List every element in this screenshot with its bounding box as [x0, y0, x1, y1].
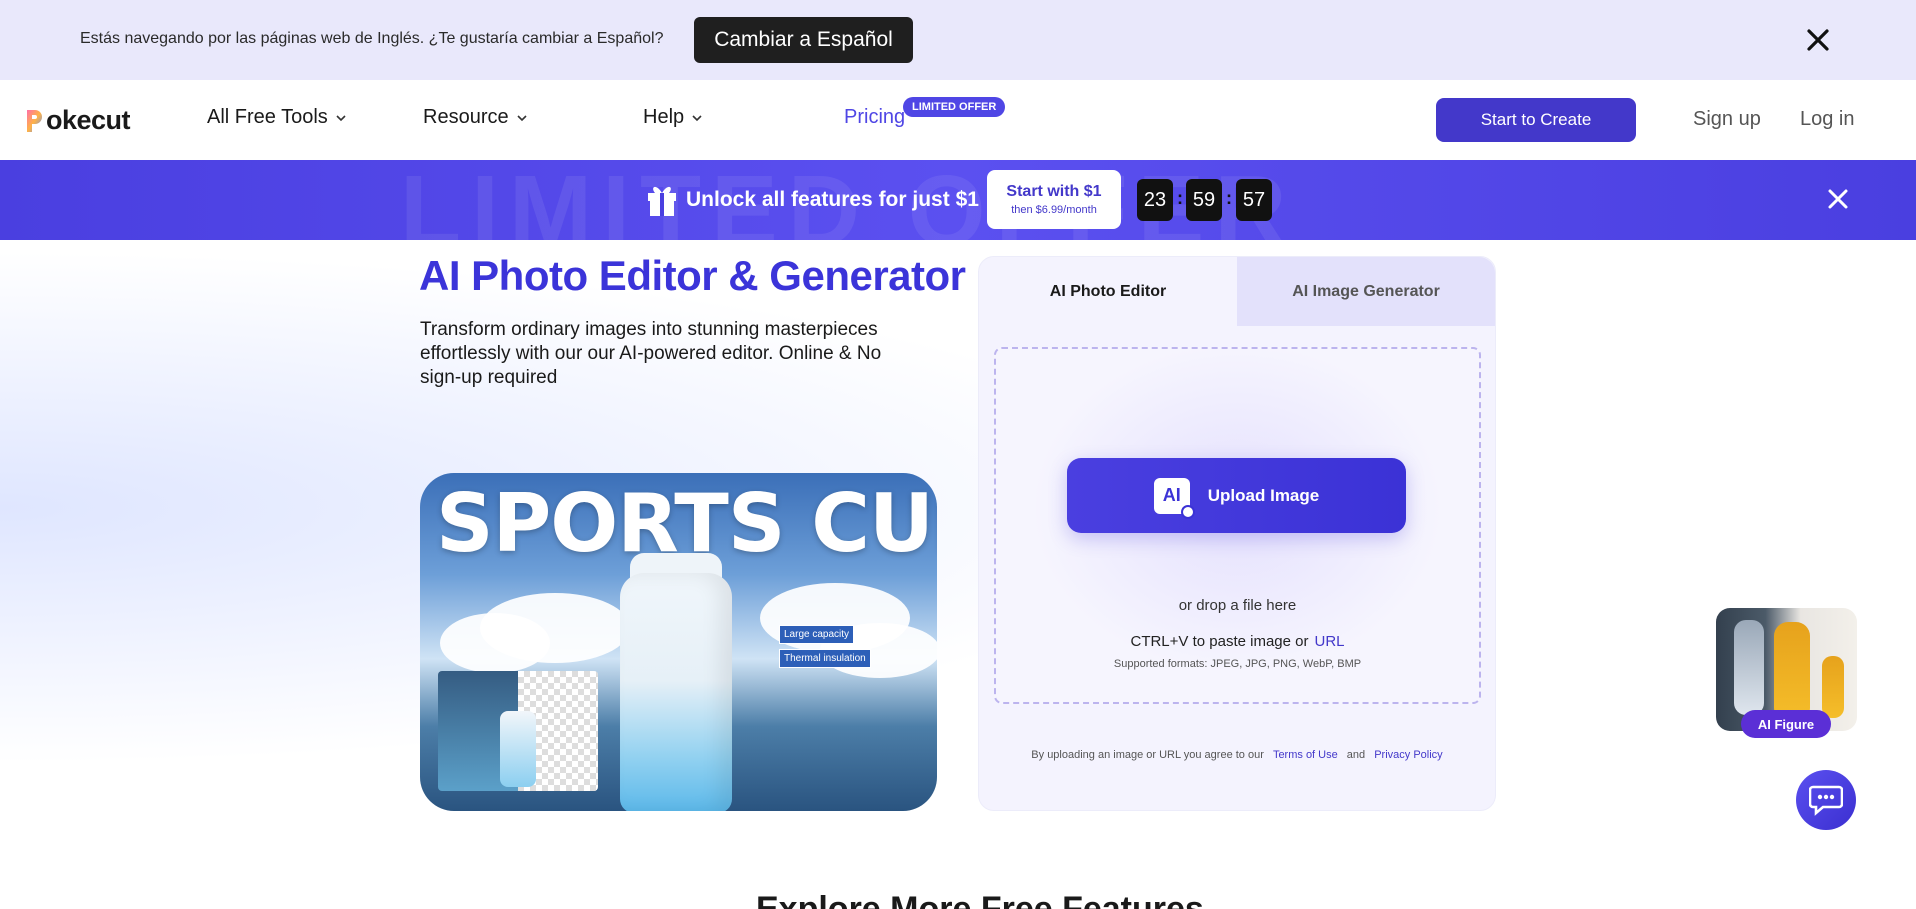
before-after-thumbnail — [438, 671, 598, 791]
logo-p-icon — [27, 109, 42, 132]
bottle — [620, 573, 732, 811]
chevron-down-icon — [517, 114, 527, 121]
hero-image: SPORTS CUP Large capacity Thermal insula… — [420, 473, 937, 811]
ai-upload-icon: AI — [1153, 477, 1195, 519]
promo-cta-main: Start with $1 — [1006, 183, 1102, 200]
paste-hint: CTRL+V to paste image or URL — [994, 633, 1481, 650]
upload-image-button[interactable]: AI Upload Image — [1067, 458, 1406, 533]
nav-help[interactable]: Help — [643, 106, 702, 129]
paste-hint-text: CTRL+V to paste image or — [1130, 633, 1309, 650]
timer-separator: : — [1177, 188, 1183, 208]
chat-button[interactable] — [1796, 770, 1856, 830]
tag-thermal-insulation: Thermal insulation — [779, 649, 871, 668]
upload-image-label: Upload Image — [1207, 485, 1320, 505]
terms-notice: By uploading an image or URL you agree t… — [978, 749, 1496, 761]
url-link[interactable]: URL — [1315, 633, 1345, 650]
privacy-policy-link[interactable]: Privacy Policy — [1374, 749, 1442, 761]
ai-icon-text: AI — [1162, 485, 1181, 505]
chevron-down-icon — [336, 114, 346, 121]
figure-person — [1734, 620, 1764, 715]
figure-person — [1822, 656, 1844, 718]
start-to-create-button[interactable]: Start to Create — [1436, 98, 1636, 142]
close-language-bar-button[interactable] — [1802, 24, 1834, 56]
thumb-bottle — [500, 711, 536, 787]
nav-all-free-tools[interactable]: All Free Tools — [207, 106, 346, 129]
tag-large-capacity: Large capacity — [779, 625, 855, 644]
ai-figure-badge[interactable]: AI Figure — [1741, 710, 1831, 738]
timer-separator: : — [1226, 188, 1232, 208]
chevron-down-icon — [692, 114, 702, 121]
promo-text: Unlock all features for just $1 — [686, 188, 979, 211]
terms-of-use-link[interactable]: Terms of Use — [1273, 749, 1338, 761]
chat-icon — [1809, 785, 1843, 816]
logo-text: okecut — [46, 105, 131, 135]
nav-all-free-tools-label: All Free Tools — [207, 106, 328, 128]
page-title: AI Photo Editor & Generator — [419, 252, 966, 299]
limited-offer-badge: LIMITED OFFER — [903, 97, 1006, 117]
switch-language-button[interactable]: Cambiar a Español — [694, 17, 913, 63]
drop-hint: or drop a file here — [1178, 597, 1297, 614]
timer-minutes: 59 — [1186, 179, 1222, 221]
supported-formats: Supported formats: JPEG, JPG, PNG, WebP,… — [1113, 658, 1362, 670]
nav-resource[interactable]: Resource — [423, 106, 527, 129]
nav-help-label: Help — [643, 106, 685, 128]
nav-resource-label: Resource — [423, 106, 509, 128]
language-message: Estás navegando por las páginas web de I… — [80, 30, 664, 47]
promo-cta-sub: then $6.99/month — [1011, 204, 1097, 216]
start-with-1-button[interactable]: Start with $1 then $6.99/month — [987, 170, 1121, 229]
explore-section-title: Explore More Free Features — [756, 890, 1204, 909]
tab-ai-photo-editor[interactable]: AI Photo Editor — [979, 257, 1237, 326]
timer-seconds: 57 — [1236, 179, 1272, 221]
log-in-link[interactable]: Log in — [1800, 108, 1855, 131]
terms-and: and — [1346, 749, 1366, 761]
close-icon — [1828, 189, 1848, 209]
terms-prefix: By uploading an image or URL you agree t… — [1031, 749, 1264, 761]
cloud — [440, 613, 550, 673]
timer-hours: 23 — [1137, 179, 1173, 221]
figure-person — [1774, 622, 1810, 722]
page-description: Transform ordinary images into stunning … — [420, 319, 882, 388]
close-icon — [1807, 29, 1829, 51]
nav-pricing[interactable]: Pricing — [844, 106, 905, 129]
pokecut-logo[interactable]: okecut — [24, 105, 131, 136]
sign-up-link[interactable]: Sign up — [1693, 108, 1761, 131]
upload-arrow-icon — [1180, 504, 1195, 519]
background-glow — [0, 240, 1916, 909]
close-promo-button[interactable] — [1824, 185, 1852, 213]
gift-icon — [648, 186, 676, 216]
tab-ai-image-generator[interactable]: AI Image Generator — [1237, 257, 1495, 326]
